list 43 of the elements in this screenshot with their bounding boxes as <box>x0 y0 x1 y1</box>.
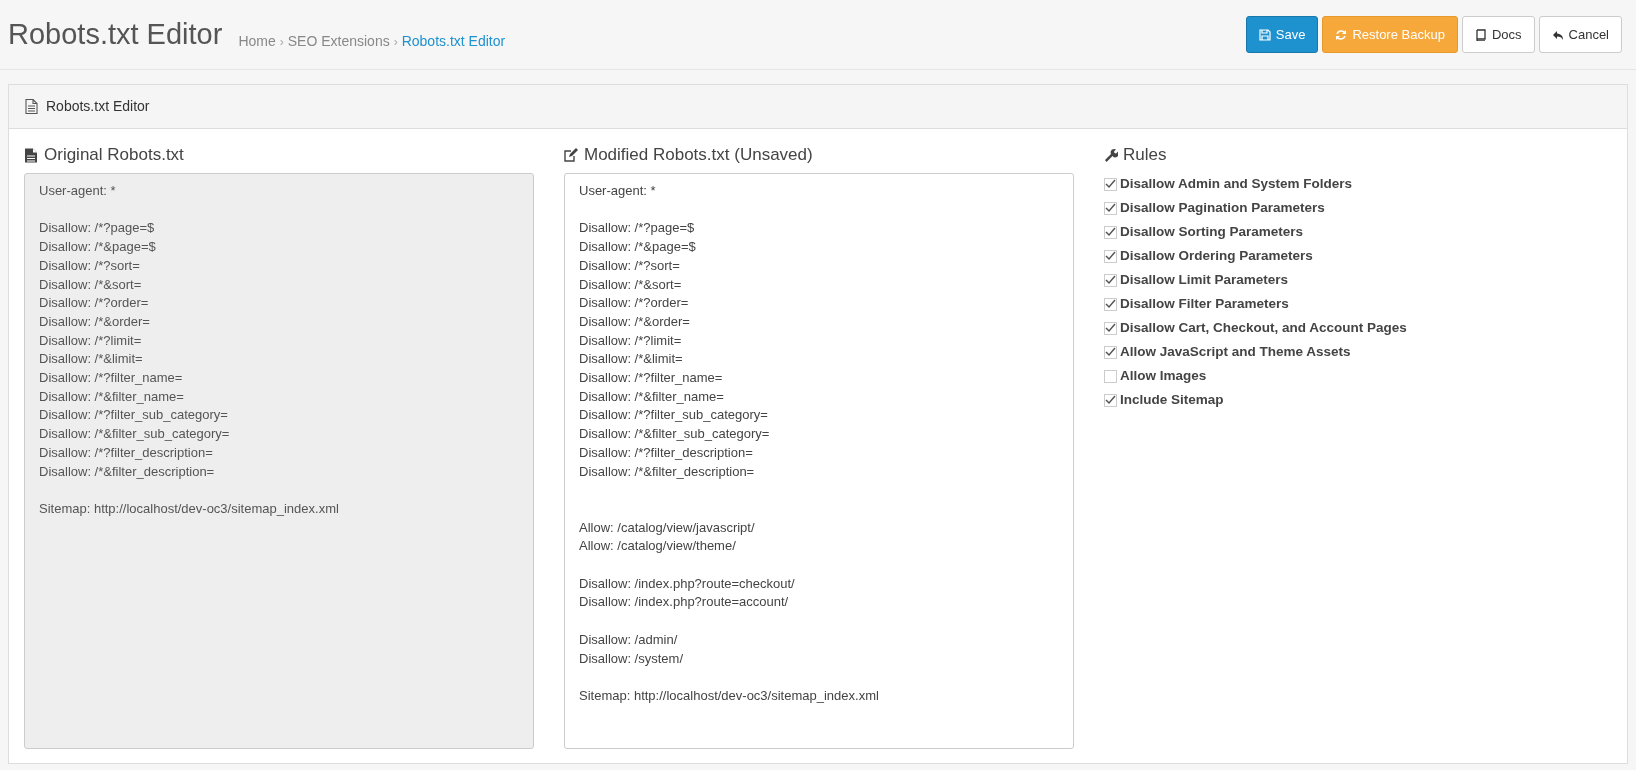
page-title: Robots.txt Editor <box>8 16 223 52</box>
breadcrumb-link[interactable]: SEO Extensions <box>287 31 390 53</box>
refresh-icon <box>1335 28 1348 41</box>
breadcrumb-separator: › <box>279 33 284 51</box>
checkbox[interactable] <box>1104 177 1117 191</box>
rule-label: Disallow Admin and System Folders <box>1120 174 1353 193</box>
document-icon <box>25 99 38 114</box>
book-icon <box>1474 28 1487 41</box>
checkbox[interactable] <box>1104 321 1117 335</box>
checkbox[interactable] <box>1104 225 1117 239</box>
checkbox[interactable] <box>1104 369 1117 383</box>
breadcrumb-link[interactable]: Home <box>238 31 276 53</box>
rule-label: Disallow Pagination Parameters <box>1120 198 1325 217</box>
section-title: Original Robots.txt <box>44 144 184 167</box>
wrench-icon <box>1104 148 1118 162</box>
save-icon <box>1258 28 1271 41</box>
rule-label: Disallow Sorting Parameters <box>1120 222 1304 241</box>
checkbox[interactable] <box>1104 273 1117 287</box>
rule-label: Allow JavaScript and Theme Assets <box>1120 342 1351 361</box>
section-title: Modified Robots.txt (Unsaved) <box>584 144 813 167</box>
rule-label: Allow Images <box>1120 366 1207 385</box>
rule-label: Disallow Limit Parameters <box>1120 270 1289 289</box>
section-title: Rules <box>1123 144 1167 167</box>
docs-button[interactable]: Docs <box>1461 16 1535 53</box>
breadcrumb-link[interactable]: Robots.txt Editor <box>401 31 506 53</box>
checkbox[interactable] <box>1104 249 1117 263</box>
checkbox[interactable] <box>1104 345 1117 359</box>
checkbox[interactable] <box>1104 297 1117 311</box>
rule-label: Disallow Ordering Parameters <box>1120 246 1313 265</box>
document-icon <box>24 147 38 163</box>
cancel-button[interactable]: Cancel <box>1538 16 1622 53</box>
panel-title: Robots.txt Editor <box>46 97 150 116</box>
rule-label: Include Sitemap <box>1120 390 1224 409</box>
breadcrumb-separator: › <box>393 33 398 51</box>
rule-label: Disallow Cart, Checkout, and Account Pages <box>1120 318 1407 337</box>
checkbox[interactable] <box>1104 393 1117 407</box>
text-area: User-agent: * Disallow: /*?page=$ Disallow: /*&page=$ Disallow: /*?sort= Disallow: /*&sort= Disallow: /*?order= Disallow: /*&order= Disallow: /*?limit= Disallow: /*&limit= Disallow: /*?filter_name= Disallow: /*&filter_name= Disallow: /*?filter_sub_category= Disallow: /*&filter_sub_category= Disallow: /*?filter_description= Disallow: /*&filter_description= Sitemap: http://localhost/dev-oc3/sitemap_index.xml <box>24 173 534 749</box>
rule-label: Disallow Filter Parameters <box>1120 294 1289 313</box>
save-button[interactable]: Save <box>1245 16 1319 53</box>
edit-icon <box>564 147 578 163</box>
restore-button[interactable]: Restore Backup <box>1322 16 1458 53</box>
text-area[interactable]: User-agent: * Disallow: /*?page=$ Disallow: /*&page=$ Disallow: /*?sort= Disallow: /*&sort= Disallow: /*?order= Disallow: /*&order= Disallow: /*?limit= Disallow: /*&limit= Disallow: /*?filter_name= Disallow: /*&filter_name= Disallow: /*?filter_sub_category= Disallow: /*&filter_sub_category= Disallow: /*?filter_description= Disallow: /*&filter_description= Allow: /catalog/view/javascript/ Allow: /catalog/view/theme/ Disallow: /index.php?route=checkout/ Disallow: /index.php?route=account/ Disallow: /admin/ Disallow: /system/ Sitemap: http://localhost/dev-oc3/sitemap_index.xml <box>564 173 1074 749</box>
checkbox[interactable] <box>1104 201 1117 215</box>
